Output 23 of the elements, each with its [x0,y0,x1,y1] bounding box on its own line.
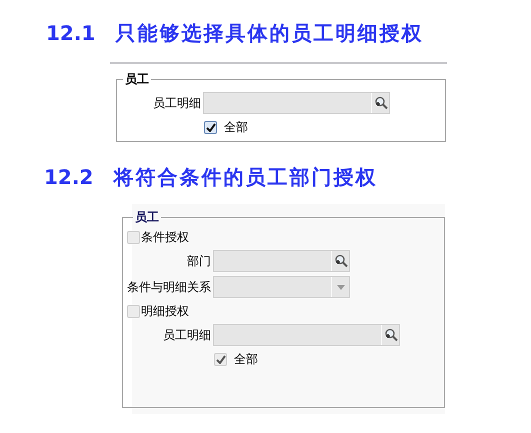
checkbox-label: 全部 [234,351,258,368]
field-label: 条件与明细关系 [127,279,211,296]
group-legend: 员工 [123,70,151,88]
section-title: 将符合条件的员工部门授权 [113,164,378,191]
lookup-field[interactable] [213,324,400,346]
checkbox[interactable] [204,120,217,134]
caret-icon [336,284,344,290]
magnifier-icon [384,328,398,342]
magnifier-icon [334,254,348,268]
section-number: 12.2 [44,164,94,191]
checkbox-label: 条件授权 [141,229,189,246]
field-label: 员工明细 [153,95,201,112]
dropdown-field[interactable] [213,276,350,298]
section-number: 12.1 [46,20,96,47]
lookup-field[interactable] [213,250,350,272]
field-label: 部门 [186,253,211,270]
magnifier-icon [374,96,388,110]
section-title: 只能够选择具体的员工明细授权 [115,20,424,47]
checkbox-label: 明细授权 [141,303,189,320]
lookup-field[interactable] [203,92,390,114]
field-label: 员工明细 [162,327,211,344]
group-legend: 员工 [133,208,161,226]
checkbox-label: 全部 [224,119,248,136]
